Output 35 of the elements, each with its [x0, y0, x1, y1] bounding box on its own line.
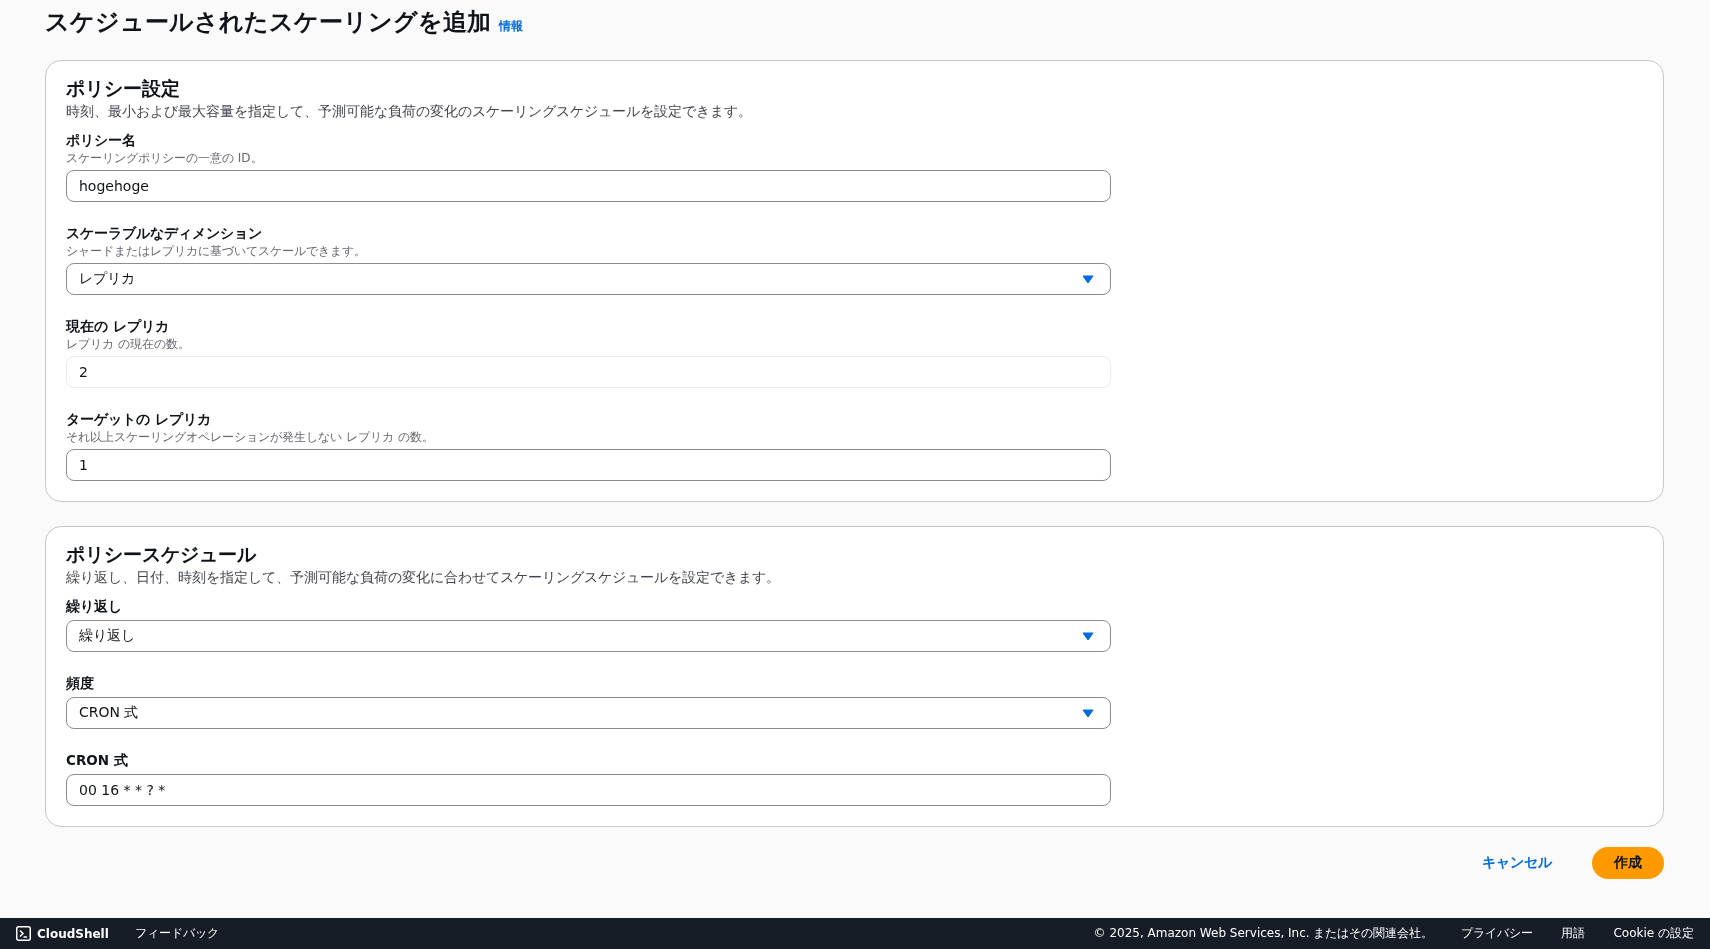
- copyright-text: © 2025, Amazon Web Services, Inc. またはその関連会社。: [1093, 925, 1434, 942]
- info-link[interactable]: 情報: [499, 18, 523, 35]
- footer-link[interactable]: 用語: [1561, 925, 1586, 942]
- field-label: CRON 式: [66, 751, 129, 770]
- field-hint: それ以上スケーリングオペレーションが発生しない レプリカ の数。: [66, 429, 435, 445]
- section-title: ポリシー設定: [66, 76, 181, 101]
- caret-icon: [1082, 708, 1094, 718]
- field-label: ターゲットの レプリカ: [66, 410, 212, 429]
- page-title: スケジュールされたスケーリングを追加: [45, 7, 491, 38]
- field-label: 繰り返し: [66, 597, 123, 616]
- cloudshell-link[interactable]: CloudShell: [16, 926, 109, 941]
- caret-icon: [1082, 274, 1094, 284]
- select-field[interactable]: 繰り返し: [66, 620, 1111, 652]
- input-field[interactable]: hogehoge: [66, 170, 1111, 202]
- field-label: 頻度: [66, 674, 95, 693]
- field-label: スケーラブルなディメンション: [66, 224, 263, 243]
- field-hint: レプリカ の現在の数。: [66, 336, 191, 352]
- field-hint: スケーリングポリシーの一意の ID。: [66, 150, 264, 166]
- select-field[interactable]: レプリカ: [66, 263, 1111, 295]
- input-field[interactable]: 1: [66, 449, 1111, 481]
- footer-link[interactable]: Cookie の設定: [1613, 925, 1694, 942]
- terminal-icon: [16, 926, 31, 941]
- feedback-link[interactable]: フィードバック: [134, 925, 219, 942]
- footer-link[interactable]: プライバシー: [1461, 925, 1534, 942]
- section-description: 繰り返し、日付、時刻を指定して、予測可能な負荷の変化に合わせてスケーリングスケジュールを設定できます。: [66, 568, 781, 587]
- section-description: 時刻、最小および最大容量を指定して、予測可能な負荷の変化のスケーリングスケジュールを設定できます。: [66, 102, 753, 121]
- select-field[interactable]: CRON 式: [66, 697, 1111, 729]
- field-label: ポリシー名: [66, 131, 137, 150]
- input-field[interactable]: 00 16 * * ? *: [66, 774, 1111, 806]
- create-button[interactable]: 作成: [1592, 847, 1664, 879]
- field-hint: シャードまたはレプリカに基づいてスケールできます。: [66, 243, 367, 259]
- field-label: 現在の レプリカ: [66, 317, 170, 336]
- section-title: ポリシースケジュール: [66, 542, 257, 567]
- cancel-button[interactable]: キャンセル: [1462, 848, 1572, 878]
- caret-icon: [1082, 631, 1094, 641]
